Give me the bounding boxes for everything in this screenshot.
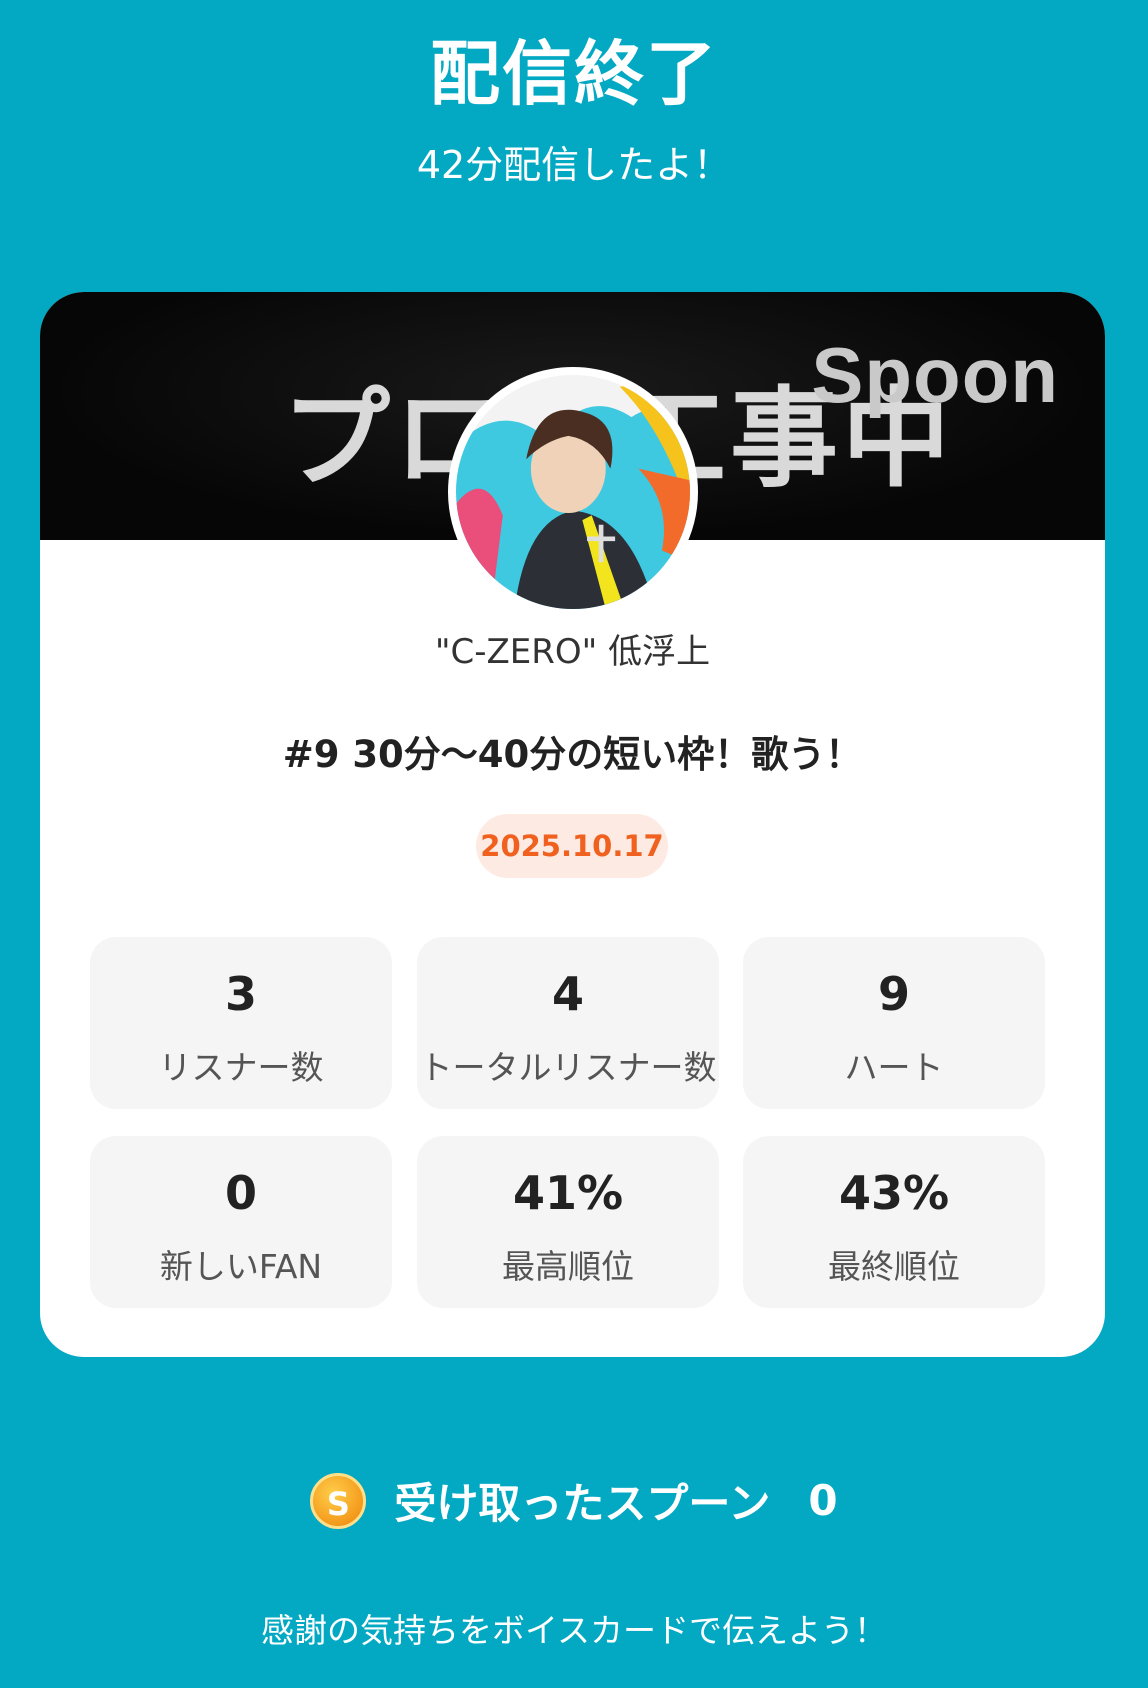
live-title: #9 30分〜40分の短い枠！歌う！	[282, 733, 863, 776]
page-title: 配信終了	[430, 33, 718, 115]
stat-value: 0	[224, 1166, 257, 1220]
avatar-image	[456, 375, 690, 609]
received-spoons: S 受け取ったスプーン 0	[0, 1470, 1148, 1534]
voice-card-prompt[interactable]: 感謝の気持ちをボイスカードで伝えよう！	[0, 1604, 1148, 1652]
stat-final-rank: 43% 最終順位	[743, 1136, 1045, 1308]
stat-label: 新しいFAN	[159, 1247, 323, 1286]
stat-label: トータルリスナー数	[419, 1048, 717, 1087]
stat-best-rank: 41% 最高順位	[417, 1136, 719, 1308]
stat-total-listeners: 4 トータルリスナー数	[417, 937, 719, 1109]
spoon-coin-icon: S	[310, 1472, 367, 1529]
date-badge: 2025.10.17	[476, 814, 668, 878]
broadcast-summary-card: プロフ工事中 Spoon "C-ZERO" 低浮上 #9 30分〜40分の短い枠…	[40, 292, 1105, 1357]
stat-value: 41%	[512, 1166, 624, 1220]
stat-label: 最高順位	[502, 1247, 634, 1286]
avatar[interactable]	[448, 367, 698, 617]
stat-listeners: 3 リスナー数	[90, 937, 392, 1109]
stat-value: 9	[877, 967, 910, 1021]
stat-value: 3	[224, 967, 257, 1021]
spoon-logo: Spoon	[811, 331, 1059, 419]
username: "C-ZERO" 低浮上	[434, 632, 711, 672]
spoons-count: 0	[808, 1476, 838, 1525]
stat-label: 最終順位	[828, 1247, 960, 1286]
broadcast-duration: 42分配信したよ！	[416, 143, 732, 187]
stat-hearts: 9 ハート	[743, 937, 1045, 1109]
stat-value: 43%	[838, 1166, 950, 1220]
spoons-label: 受け取ったスプーン	[394, 1479, 771, 1528]
stat-value: 4	[551, 967, 584, 1021]
stat-label: リスナー数	[158, 1048, 324, 1087]
stat-label: ハート	[844, 1048, 944, 1087]
stat-new-fans: 0 新しいFAN	[90, 1136, 392, 1308]
